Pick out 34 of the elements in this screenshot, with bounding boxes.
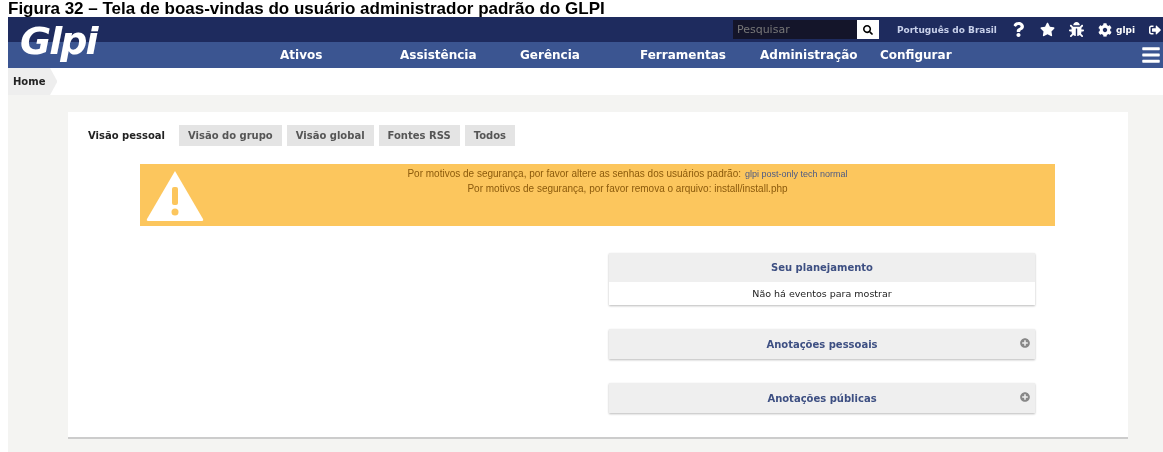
tab[interactable]: Fontes RSS [378, 125, 460, 146]
logo[interactable]: Glpi [20, 19, 97, 63]
figure-caption: Figura 32 – Tela de boas-vindas do usuário administrador padrão do GLPI [7, 0, 606, 17]
breadcrumb-item[interactable]: Home [8, 68, 58, 95]
panel-title: Anotações pessoais [766, 338, 878, 350]
language-link[interactable]: Português do Brasil [896, 24, 997, 35]
menu-item[interactable]: Assistência [400, 48, 520, 62]
search-icon [862, 24, 873, 35]
tab[interactable]: Visão do grupo [178, 125, 282, 146]
menu-item[interactable]: Administração [760, 48, 880, 62]
menu-icon[interactable] [1141, 45, 1161, 65]
user-link[interactable]: glpi [1097, 22, 1135, 37]
logout-icon[interactable] [1149, 23, 1161, 36]
menu-item[interactable]: Ativos [280, 48, 400, 62]
panel-message: Não há eventos para mostrar [751, 287, 893, 301]
tab[interactable]: Visão global [286, 125, 374, 146]
star-icon[interactable] [1039, 22, 1055, 37]
panel-title: Anotações públicas [767, 392, 877, 404]
tab[interactable]: Visão pessoal [79, 125, 174, 146]
users-link[interactable]: glpi post-only tech normal [745, 169, 848, 179]
panel-title: Seu planejamento [771, 262, 873, 273]
menu-item[interactable]: Configurar [880, 48, 1000, 62]
menu-item[interactable]: Gerência [520, 48, 640, 62]
bug-icon[interactable] [1068, 22, 1084, 37]
search-button[interactable] [856, 20, 879, 39]
search-field[interactable]: Pesquisar [732, 20, 857, 39]
expand-icon[interactable] [1020, 392, 1030, 402]
warning-icon [145, 169, 205, 222]
tab[interactable]: Todos [464, 125, 515, 146]
menu-item[interactable]: Ferramentas [640, 48, 760, 62]
warning-text: Por motivos de segurança, por favor remova o arquivo: install/install.php [467, 183, 788, 194]
settings-icon [1097, 22, 1112, 37]
warning-text: Por motivos de segurança, por favor altere as senhas dos usuários padrão: glpi post-only tech normal [407, 168, 848, 179]
expand-icon[interactable] [1020, 338, 1030, 348]
